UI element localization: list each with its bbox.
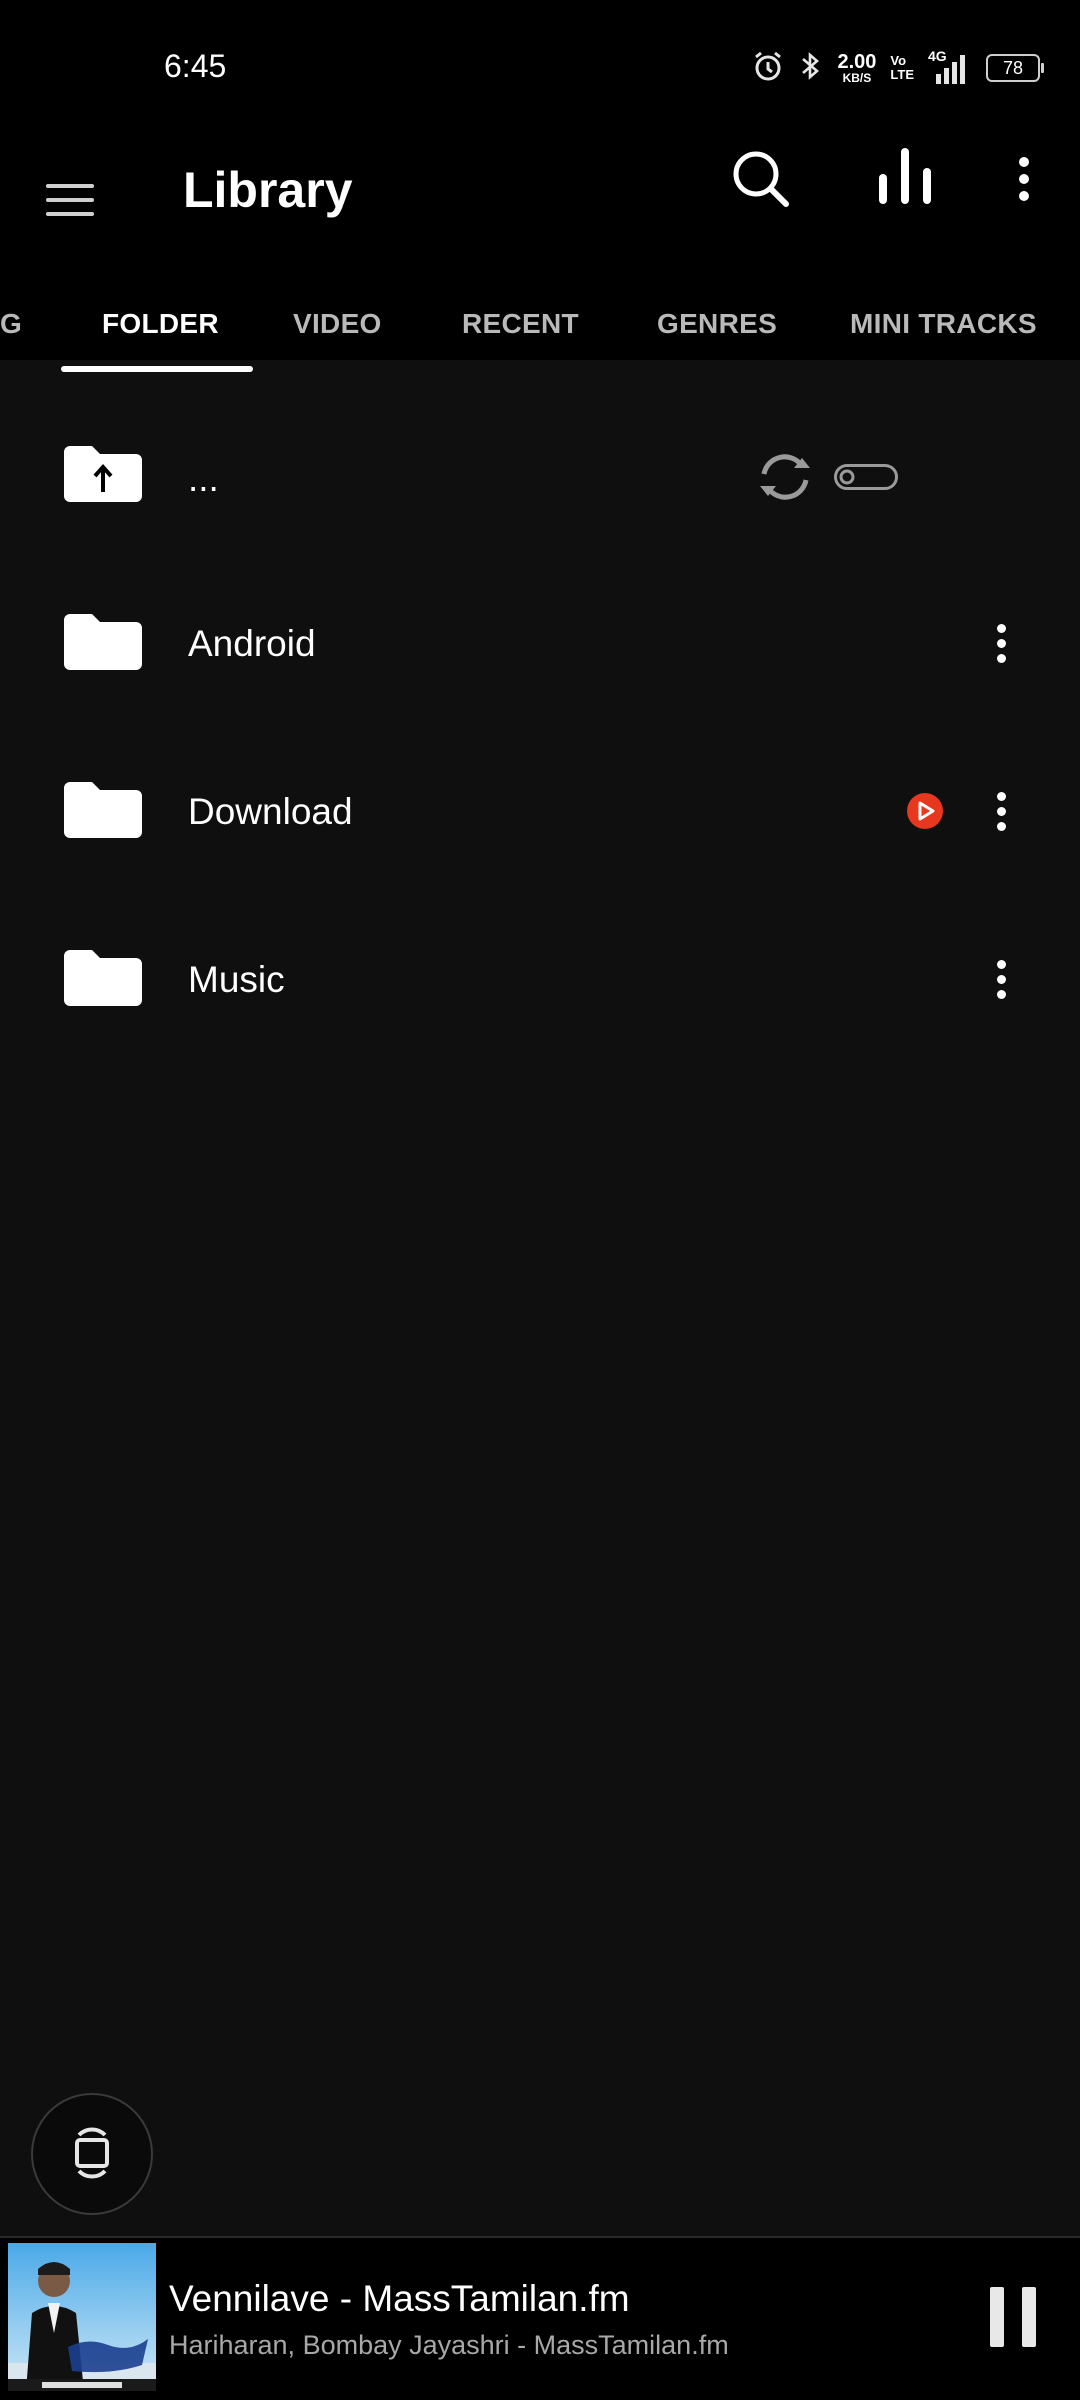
net-speed: 2.00 KB/S bbox=[837, 51, 877, 85]
app-bar: Library G FOLDER VIDEO RECENT GENRES MIN… bbox=[0, 140, 1080, 360]
folder-row[interactable]: Download bbox=[0, 736, 1080, 886]
page-title: Library bbox=[183, 162, 353, 218]
tab-active-indicator bbox=[61, 366, 253, 372]
folder-up-label: ... bbox=[188, 458, 219, 499]
screen-rotate-button[interactable] bbox=[31, 2093, 153, 2215]
status-time: 6:45 bbox=[164, 48, 227, 84]
status-bar: 6:45 2.00 KB/S Vo LTE 4G 78 bbox=[0, 0, 1080, 140]
volte-indicator: Vo LTE bbox=[890, 53, 914, 82]
alarm-icon bbox=[751, 49, 785, 88]
sync-icon[interactable] bbox=[750, 450, 820, 504]
more-vert-icon[interactable] bbox=[980, 780, 1020, 840]
youtube-play-badge-icon bbox=[906, 792, 944, 830]
pause-icon bbox=[990, 2287, 1004, 2347]
status-icons: 2.00 KB/S Vo LTE 4G 78 bbox=[751, 46, 1044, 90]
now-playing-artist: Hariharan, Bombay Jayashri - MassTamilan… bbox=[169, 2330, 729, 2360]
folder-label: Music bbox=[188, 959, 285, 1000]
folder-up-icon bbox=[62, 444, 144, 504]
tab-video[interactable]: VIDEO bbox=[293, 308, 382, 380]
pause-button[interactable] bbox=[990, 2287, 1038, 2347]
tab-bar: G FOLDER VIDEO RECENT GENRES MINI TRACKS bbox=[0, 290, 1080, 362]
menu-icon[interactable] bbox=[44, 162, 98, 222]
more-vert-icon[interactable] bbox=[980, 948, 1020, 1008]
folder-icon bbox=[62, 612, 144, 672]
tab-recent[interactable]: RECENT bbox=[462, 308, 579, 380]
bluetooth-icon bbox=[799, 49, 823, 88]
folder-icon bbox=[62, 780, 144, 840]
more-vert-icon[interactable] bbox=[1004, 140, 1044, 220]
signal-icon: 4G bbox=[928, 48, 972, 86]
search-icon[interactable] bbox=[726, 140, 796, 220]
tab-g[interactable]: G bbox=[0, 308, 22, 380]
more-vert-icon[interactable] bbox=[980, 612, 1020, 672]
toggle-switch[interactable] bbox=[834, 464, 898, 490]
battery-icon: 78 bbox=[986, 54, 1044, 82]
folder-up-row[interactable]: ... bbox=[0, 400, 1080, 550]
tab-mini-tracks[interactable]: MINI TRACKS bbox=[850, 308, 1037, 380]
folder-label: Android bbox=[188, 623, 316, 664]
tab-genres[interactable]: GENRES bbox=[657, 308, 777, 380]
rotate-icon bbox=[75, 2127, 109, 2179]
folder-row[interactable]: Music bbox=[0, 904, 1080, 1054]
folder-label: Download bbox=[188, 791, 353, 832]
folder-icon bbox=[62, 948, 144, 1008]
equalizer-icon[interactable] bbox=[870, 140, 940, 220]
album-art[interactable] bbox=[8, 2243, 156, 2391]
now-playing-title: Vennilave - MassTamilan.fm bbox=[169, 2278, 630, 2319]
folder-row[interactable]: Android bbox=[0, 568, 1080, 718]
